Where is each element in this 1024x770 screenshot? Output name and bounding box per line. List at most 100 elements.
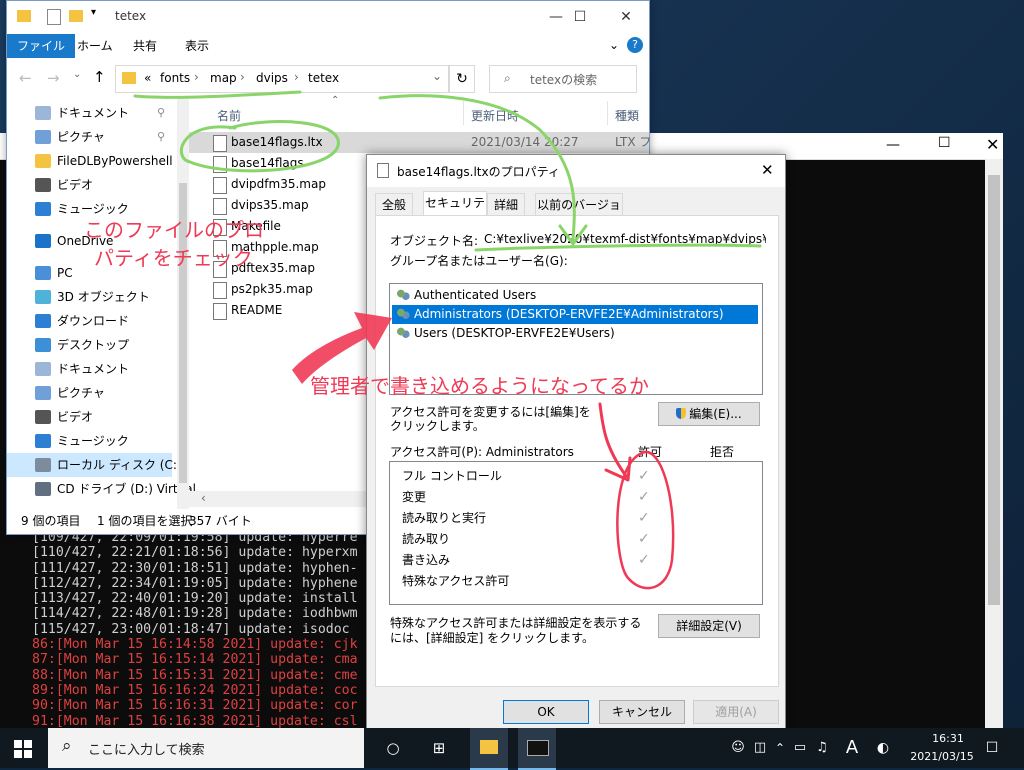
nav-scrollbar[interactable]	[177, 99, 189, 509]
dialog-title: base14flags.ltxのプロパティ	[397, 165, 560, 179]
chevron-down-icon[interactable]: ⌄	[609, 38, 619, 52]
pin-icon: ⚲	[157, 106, 166, 119]
chevron-up-icon: ⌃	[331, 95, 340, 106]
breadcrumb-dvips[interactable]: dvips	[256, 71, 288, 85]
cancel-button[interactable]: キャンセル	[599, 700, 685, 724]
principal-item[interactable]: Administrators (DESKTOP-ERVFE2E¥Administ…	[392, 305, 758, 324]
permission-row: 変更 ✓	[402, 487, 752, 508]
sidebar-item[interactable]: ビデオ	[7, 405, 172, 429]
volume-icon[interactable]: ♫	[812, 728, 832, 768]
chevron-right-icon[interactable]: ›	[194, 70, 199, 84]
principal-item[interactable]: Users (DESKTOP-ERVFE2E¥Users)	[392, 324, 758, 343]
minimize-icon[interactable]: —	[886, 137, 900, 153]
widgets-icon[interactable]: ⊞	[424, 728, 454, 768]
column-name[interactable]: 名前	[217, 107, 241, 124]
sidebar-item[interactable]: ビデオ	[7, 173, 172, 197]
permission-name: 変更	[402, 490, 427, 504]
file-explorer-taskbar-icon[interactable]	[470, 728, 508, 770]
sidebar-item[interactable]: ピクチャ	[7, 381, 172, 405]
ime-indicator[interactable]: A	[842, 728, 862, 768]
refresh-icon[interactable]: ↻	[449, 65, 475, 93]
edit-button[interactable]: 編集(E)...	[658, 402, 760, 426]
close-icon[interactable]: ✕	[603, 1, 649, 33]
tab-view[interactable]: 表示	[175, 34, 219, 58]
search-input[interactable]: ⌕ tetexの検索	[489, 65, 637, 93]
chevron-down-icon[interactable]: ⌄	[73, 69, 81, 80]
close-icon[interactable]: ✕	[761, 161, 774, 179]
clock-time[interactable]: 16:31	[920, 732, 976, 745]
sidebar-item-label: FileDLByPowershell	[57, 154, 173, 168]
explorer-titlebar[interactable]: ▾ tetex — ☐ ✕	[7, 1, 649, 33]
back-arrow-icon[interactable]: ←	[19, 69, 32, 87]
properties-icon[interactable]	[47, 9, 61, 25]
sidebar-item[interactable]: ピクチャ ⚲	[7, 125, 172, 149]
apply-button[interactable]: 適用(A)	[693, 700, 779, 724]
maximize-icon[interactable]: ☐	[557, 1, 603, 33]
terminal-scroll-thumb[interactable]	[988, 175, 1000, 605]
chevron-down-icon[interactable]: ⌄	[432, 69, 442, 83]
chevron-left-icon[interactable]: ‹	[201, 491, 206, 505]
sidebar-item[interactable]: FileDLByPowershell	[7, 149, 173, 173]
new-folder-icon[interactable]	[69, 10, 83, 22]
tab-general[interactable]: 全般	[375, 193, 413, 216]
sidebar-item[interactable]: ローカル ディスク (C:)	[7, 453, 182, 477]
sidebar-item[interactable]: ドキュメント	[7, 357, 172, 381]
tab-file[interactable]: ファイル	[7, 34, 76, 58]
tab-share[interactable]: 共有	[123, 34, 167, 58]
permission-name: 書き込み	[402, 553, 451, 567]
close-icon[interactable]: ✕	[986, 135, 999, 154]
notification-icon[interactable]: ☐	[982, 728, 1002, 768]
tab-previous-versions[interactable]: 以前のバージョン	[535, 193, 623, 234]
breadcrumb-tetex[interactable]: tetex	[308, 71, 339, 85]
sidebar-item[interactable]: CD ドライブ (D:) Virtual	[7, 477, 196, 501]
people-icon[interactable]: ☺	[728, 728, 748, 768]
address-bar[interactable]: « fonts › map › dvips › tetex ⌄	[115, 65, 449, 93]
breadcrumb-map[interactable]: map	[210, 71, 237, 85]
ime-mode-icon[interactable]: ◐	[872, 728, 894, 768]
chevron-down-icon[interactable]: ▾	[91, 7, 96, 18]
forward-arrow-icon[interactable]: →	[47, 69, 60, 87]
dialog-titlebar[interactable]: base14flags.ltxのプロパティ ✕	[367, 155, 785, 187]
documents-icon	[35, 362, 51, 376]
principal-name: Authenticated Users	[414, 288, 537, 302]
principal-item[interactable]: Authenticated Users	[392, 286, 758, 305]
column-divider[interactable]	[607, 101, 608, 125]
meet-icon[interactable]: ◫	[750, 728, 770, 768]
ok-button[interactable]: OK	[503, 700, 589, 724]
sidebar-item[interactable]: デスクトップ	[7, 333, 172, 357]
chevron-right-icon[interactable]: ›	[240, 70, 245, 84]
tab-details[interactable]: 詳細	[487, 193, 525, 216]
column-modified[interactable]: 更新日時	[471, 107, 519, 124]
file-row[interactable]: base14flags.ltx 2021/03/14 20:27 LTX フ	[189, 132, 651, 153]
properties-dialog[interactable]: base14flags.ltxのプロパティ ✕ 全般 セキュリティ 詳細 以前の…	[366, 154, 786, 734]
cd-drive-icon	[35, 482, 51, 496]
maximize-icon[interactable]: ☐	[938, 135, 951, 151]
file-name: dvips35.map	[231, 198, 309, 212]
breadcrumb-overflow[interactable]: «	[144, 71, 151, 85]
sidebar-item[interactable]: ダウンロード	[7, 309, 172, 333]
network-icon[interactable]: ▭	[790, 728, 810, 768]
sidebar-item-label: ドキュメント	[57, 362, 130, 376]
sidebar-item-label: ダウンロード	[57, 314, 130, 328]
breadcrumb-fonts[interactable]: fonts	[160, 71, 190, 85]
sidebar-item-label: ビデオ	[57, 178, 94, 192]
column-type[interactable]: 種類	[615, 107, 639, 124]
taskbar-search[interactable]: ⌕ ここに入力して検索	[48, 728, 364, 768]
permission-name: フル コントロール	[402, 469, 502, 483]
advanced-button[interactable]: 詳細設定(V)	[658, 614, 760, 638]
task-view-icon[interactable]: ○	[378, 728, 408, 768]
terminal-taskbar-icon[interactable]	[518, 728, 556, 770]
sidebar-item[interactable]: ミュージック	[7, 429, 172, 453]
clock-date[interactable]: 2021/03/15	[906, 750, 978, 763]
sidebar-item[interactable]: ドキュメント ⚲	[7, 101, 172, 125]
column-divider[interactable]	[463, 101, 464, 125]
permission-row: 読み取りと実行 ✓	[402, 508, 752, 529]
chevron-up-icon[interactable]: ⌃	[772, 728, 788, 768]
tab-security[interactable]: セキュリティ	[423, 191, 487, 232]
tab-home[interactable]: ホーム	[67, 34, 123, 58]
help-icon[interactable]: ?	[627, 37, 643, 53]
up-arrow-icon[interactable]: ↑	[93, 68, 106, 86]
chevron-right-icon[interactable]: ›	[294, 70, 299, 84]
windows-start-icon[interactable]	[14, 740, 32, 758]
sidebar-item[interactable]: 3D オブジェクト	[7, 285, 172, 309]
